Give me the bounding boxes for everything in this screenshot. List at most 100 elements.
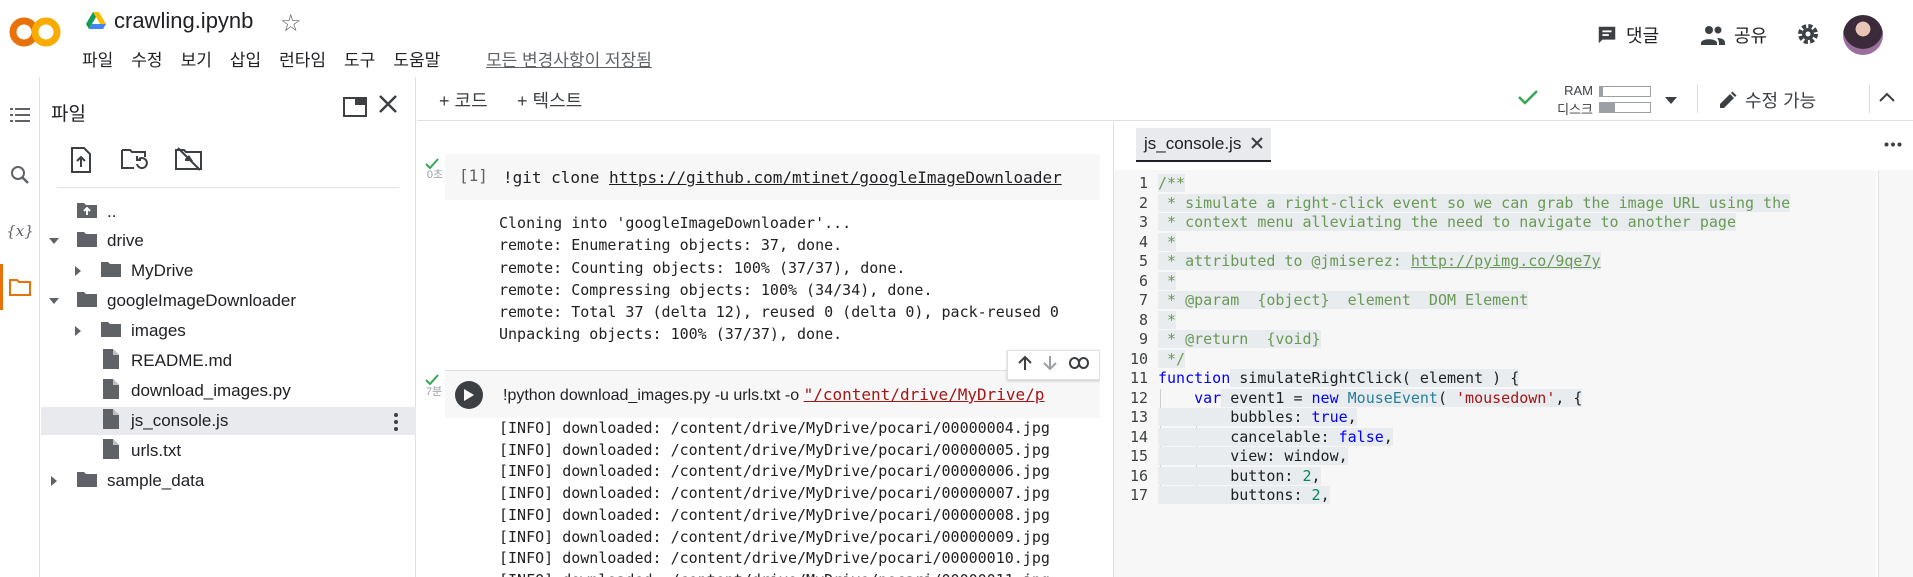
folder-icon[interactable] [6, 273, 34, 301]
toolbar-divider [1869, 85, 1870, 113]
move-down-icon[interactable] [1043, 355, 1058, 376]
menu-file[interactable]: 파일 [82, 46, 113, 71]
code-editor[interactable]: 1 2 3 4 5 6 7 8 9 10 11 12 13 14 15 16 1… [1114, 170, 1876, 577]
add-code-cell-button[interactable]: + 코드 [439, 87, 488, 113]
code-type: MouseEvent [1347, 389, 1438, 407]
variables-icon[interactable]: {x} [6, 217, 34, 245]
code-url-link[interactable]: https://github.com/mtinet/googleImageDow… [609, 168, 1062, 187]
code-line: * [1158, 233, 1177, 251]
left-rail: {x} [0, 77, 40, 577]
upload-icon[interactable] [69, 147, 95, 173]
tree-item-label: googleImageDownloader [107, 291, 297, 310]
add-text-cell-button[interactable]: + 텍스트 [517, 87, 582, 113]
tree-item-mydrive[interactable]: MyDrive [41, 257, 416, 285]
chevron-down-icon[interactable] [47, 294, 61, 308]
edit-mode-button[interactable]: 수정 가능 [1719, 87, 1816, 113]
rail-active-indicator [0, 264, 3, 310]
menu-runtime[interactable]: 런타임 [279, 46, 326, 71]
share-button[interactable]: 공유 [1700, 22, 1767, 48]
code-string: "/content/drive/MyDrive/p [803, 385, 1045, 404]
editor-tab[interactable]: js_console.js [1136, 128, 1272, 162]
code-text: bubbles: [1158, 408, 1312, 426]
chevron-right-icon[interactable] [71, 264, 85, 278]
close-icon[interactable] [377, 93, 399, 120]
tree-item-sample-data[interactable]: sample_data [41, 467, 416, 495]
ram-meter[interactable] [1599, 86, 1651, 97]
save-status-link[interactable]: 모든 변경사항이 저장됨 [486, 46, 652, 71]
file-icon [103, 348, 119, 374]
tree-item-label: sample_data [107, 471, 205, 490]
edit-mode-label: 수정 가능 [1745, 91, 1817, 111]
tree-item-label: MyDrive [131, 261, 194, 280]
code-cell[interactable]: !python download_images.py -u urls.txt -… [445, 370, 1100, 418]
editor-scrollbar[interactable] [1878, 170, 1913, 577]
line-number: 16 [1129, 467, 1148, 485]
code-line: function simulateRightClick( element ) { [1158, 369, 1520, 387]
code-keyword: function [1158, 369, 1231, 387]
code-comment-link[interactable]: http://pyimg.co/9qe7y [1411, 252, 1601, 270]
tree-item-urls[interactable]: urls.txt [41, 437, 416, 465]
menu-insert[interactable]: 삽입 [230, 46, 261, 71]
open-in-tab-icon[interactable] [343, 97, 367, 122]
disk-label: 디스크 [1557, 102, 1593, 117]
menu-edit[interactable]: 수정 [131, 46, 162, 71]
move-up-icon[interactable] [1018, 355, 1032, 376]
chevron-down-icon[interactable] [47, 234, 61, 248]
tree-item-download-images[interactable]: download_images.py [41, 377, 416, 405]
code-cell[interactable]: [1] !git clone https://github.com/mtinet… [445, 154, 1100, 200]
cell-code[interactable]: !python download_images.py -u urls.txt -… [503, 385, 1044, 405]
colab-logo[interactable] [8, 14, 64, 50]
avatar[interactable] [1843, 15, 1883, 55]
line-number: 7 [1138, 291, 1148, 309]
line-number: 3 [1138, 213, 1148, 231]
unmount-drive-icon[interactable] [175, 147, 202, 173]
cell-duration: 7분 [425, 386, 443, 398]
star-icon[interactable]: ☆ [280, 9, 302, 38]
menu-view[interactable]: 보기 [181, 46, 212, 71]
line-number: 4 [1138, 233, 1148, 251]
comment-label: 댓글 [1626, 26, 1660, 46]
tree-item-parent[interactable]: .. [41, 198, 416, 226]
tree-item-js-console[interactable]: js_console.js [41, 407, 416, 435]
code-command: !python download_images.py -u urls.txt -… [503, 387, 804, 404]
tree-item-googleimagedownloader[interactable]: googleImageDownloader [41, 287, 416, 315]
more-horiz-icon[interactable] [1884, 134, 1902, 152]
run-cell-button[interactable] [455, 381, 483, 409]
toolbar-divider [1697, 85, 1698, 113]
code-text: , [1311, 467, 1321, 485]
dropdown-arrow-icon[interactable] [1665, 91, 1677, 109]
code-text: button: [1158, 467, 1303, 485]
table-of-contents-icon[interactable] [6, 101, 34, 129]
chevron-up-icon[interactable] [1879, 89, 1895, 107]
execution-count: [1] [459, 166, 488, 185]
code-text: , [1383, 428, 1393, 446]
chevron-right-icon[interactable] [71, 324, 85, 338]
tree-item-drive[interactable]: drive [41, 227, 416, 255]
more-vert-icon[interactable] [393, 413, 399, 436]
gear-icon[interactable] [1796, 22, 1820, 51]
line-number: 9 [1138, 330, 1148, 348]
tree-item-images[interactable]: images [41, 317, 416, 345]
menu-help[interactable]: 도움말 [393, 46, 440, 71]
disk-meter[interactable] [1599, 102, 1651, 113]
close-icon[interactable] [1251, 134, 1264, 154]
cell-code[interactable]: !git clone https://github.com/mtinet/goo… [503, 168, 1062, 187]
code-line: * @return {void} [1158, 330, 1321, 348]
ram-meter-fill [1600, 87, 1603, 96]
document-title[interactable]: crawling.ipynb [114, 8, 253, 34]
menu-tools[interactable]: 도구 [344, 46, 375, 71]
code-line: bubbles: true, [1158, 408, 1357, 426]
code-text: buttons: [1158, 486, 1312, 504]
search-icon[interactable] [6, 161, 34, 189]
link-icon[interactable] [1069, 356, 1090, 374]
comment-button[interactable]: 댓글 [1596, 22, 1659, 48]
app-header: crawling.ipynb ☆ 파일 수정 보기 삽입 런타임 도구 도움말 … [0, 0, 1913, 77]
code-text: , { [1555, 389, 1583, 407]
folder-icon [101, 261, 121, 282]
tree-item-readme[interactable]: README.md [41, 347, 416, 375]
chevron-right-icon[interactable] [47, 474, 61, 488]
code-line: cancelable: false, [1158, 428, 1393, 446]
cell-output: [INFO] downloaded: /content/drive/MyDriv… [499, 419, 1050, 577]
folder-icon [77, 291, 97, 312]
refresh-folder-icon[interactable] [121, 147, 148, 173]
